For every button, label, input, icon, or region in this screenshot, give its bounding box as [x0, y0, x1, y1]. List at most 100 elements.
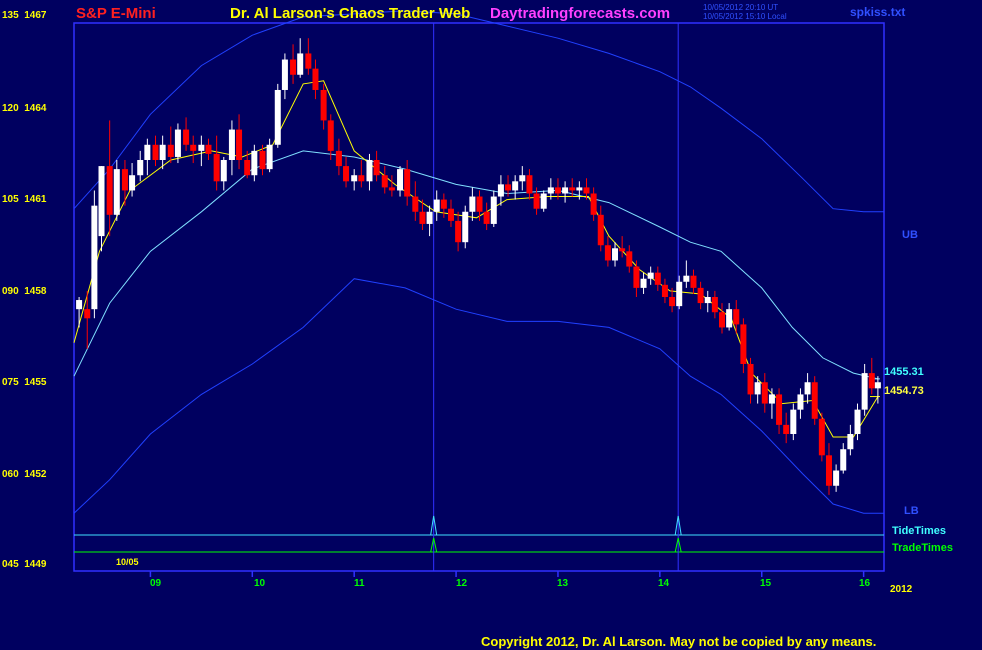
candle-body [612, 248, 619, 261]
candle-body [512, 181, 519, 191]
lower-band-label: LB [904, 505, 919, 517]
candle-body [447, 208, 454, 221]
candle-body [366, 160, 373, 182]
candle-body [397, 169, 404, 191]
candle-body [174, 129, 181, 157]
x-tick-label: 10 [254, 578, 266, 589]
candle-body [790, 409, 797, 434]
candle-body [236, 129, 243, 160]
candle-body [590, 193, 597, 215]
y-tick-label: 090 1458 [2, 286, 47, 297]
upper-band-line [73, 10, 884, 213]
candle-body [740, 324, 747, 364]
x-tick-label: 13 [557, 578, 569, 589]
candle-body [404, 169, 411, 197]
candle-body [661, 284, 668, 297]
x-tick-label: 11 [354, 578, 365, 589]
candle-body [497, 184, 504, 197]
candle-body [419, 211, 426, 224]
candle-body [604, 245, 611, 261]
candle-body [647, 272, 654, 279]
candle-body [874, 382, 881, 389]
candle-body [266, 144, 273, 170]
candle-body [106, 166, 113, 215]
candle-body [490, 196, 497, 224]
candle-body [733, 309, 740, 325]
candle-body [711, 297, 718, 313]
tide-times-label: TideTimes [892, 525, 947, 537]
candle-body [84, 309, 91, 319]
x-tick-label: 09 [150, 578, 162, 589]
candle-body [358, 175, 365, 182]
chart-plot [73, 10, 885, 577]
candle-body [540, 193, 547, 209]
candle-body [183, 129, 190, 145]
year-label: 2012 [890, 584, 913, 595]
candle-body [533, 193, 540, 209]
candle-body [483, 211, 490, 224]
candle-body [825, 455, 832, 486]
candle-body [726, 309, 733, 328]
candle-body [768, 394, 775, 404]
candle-body [305, 53, 312, 69]
x-tick-label: 12 [456, 578, 468, 589]
candle-body [818, 418, 825, 456]
y-tick-label: 135 1467 [2, 10, 47, 21]
candle-body [228, 129, 235, 160]
candle-body [854, 409, 861, 434]
candle-body [747, 363, 754, 395]
candle-body [811, 382, 818, 419]
site-name: Daytradingforecasts.com [490, 5, 671, 22]
candle-body [244, 160, 251, 176]
candle-body [569, 187, 576, 191]
candle-body [626, 251, 633, 267]
candle-body [797, 394, 804, 410]
page-title: Dr. Al Larson's Chaos Trader Web [230, 5, 471, 22]
candle-body [213, 153, 220, 182]
candle-body [469, 196, 476, 212]
candle-body [98, 166, 105, 237]
candle-body [562, 187, 569, 194]
date-label: 10/05 [116, 557, 139, 567]
candle-body [388, 187, 395, 191]
fast-ma-value: 1454.73 [884, 385, 924, 397]
candle-body [351, 175, 358, 182]
timestamp-block: 10/05/2012 20:10 UT 10/05/2012 15:10 Loc… [703, 3, 787, 21]
candle-body [152, 144, 159, 160]
candle-body [690, 275, 697, 288]
candle-body [381, 175, 388, 188]
candle-body [167, 144, 174, 157]
candle-body [704, 297, 711, 304]
candle-body [476, 196, 483, 212]
candle-body [505, 184, 512, 191]
y-tick-label: 120 1464 [2, 103, 47, 114]
candle-body [776, 394, 783, 425]
candle-body [761, 382, 768, 404]
candle-body [669, 297, 676, 307]
candle-body [297, 53, 304, 75]
candle-body [554, 187, 561, 194]
candle-body [144, 144, 151, 160]
candle-body [583, 187, 590, 194]
candle-body [159, 144, 166, 160]
candle-body [697, 287, 704, 304]
candle-body [312, 68, 319, 90]
candle-body [91, 205, 98, 310]
y-tick-label: 060 1452 [2, 469, 47, 480]
candle-body [783, 424, 790, 434]
candle-body [198, 144, 205, 151]
symbol-title: S&P E-Mini [76, 5, 156, 22]
candle-body [426, 211, 433, 224]
candle-body [455, 220, 462, 243]
candle-body [519, 175, 526, 182]
trade-times-label: TradeTimes [892, 542, 953, 554]
candle-body [274, 89, 281, 145]
plot-frame [73, 22, 885, 572]
candle-body [719, 312, 725, 328]
candle-body [259, 150, 266, 170]
candle-body [619, 248, 626, 252]
candle-body [412, 196, 419, 212]
candle-body [597, 214, 604, 246]
candle-body [320, 89, 327, 121]
candle-body [840, 449, 847, 471]
